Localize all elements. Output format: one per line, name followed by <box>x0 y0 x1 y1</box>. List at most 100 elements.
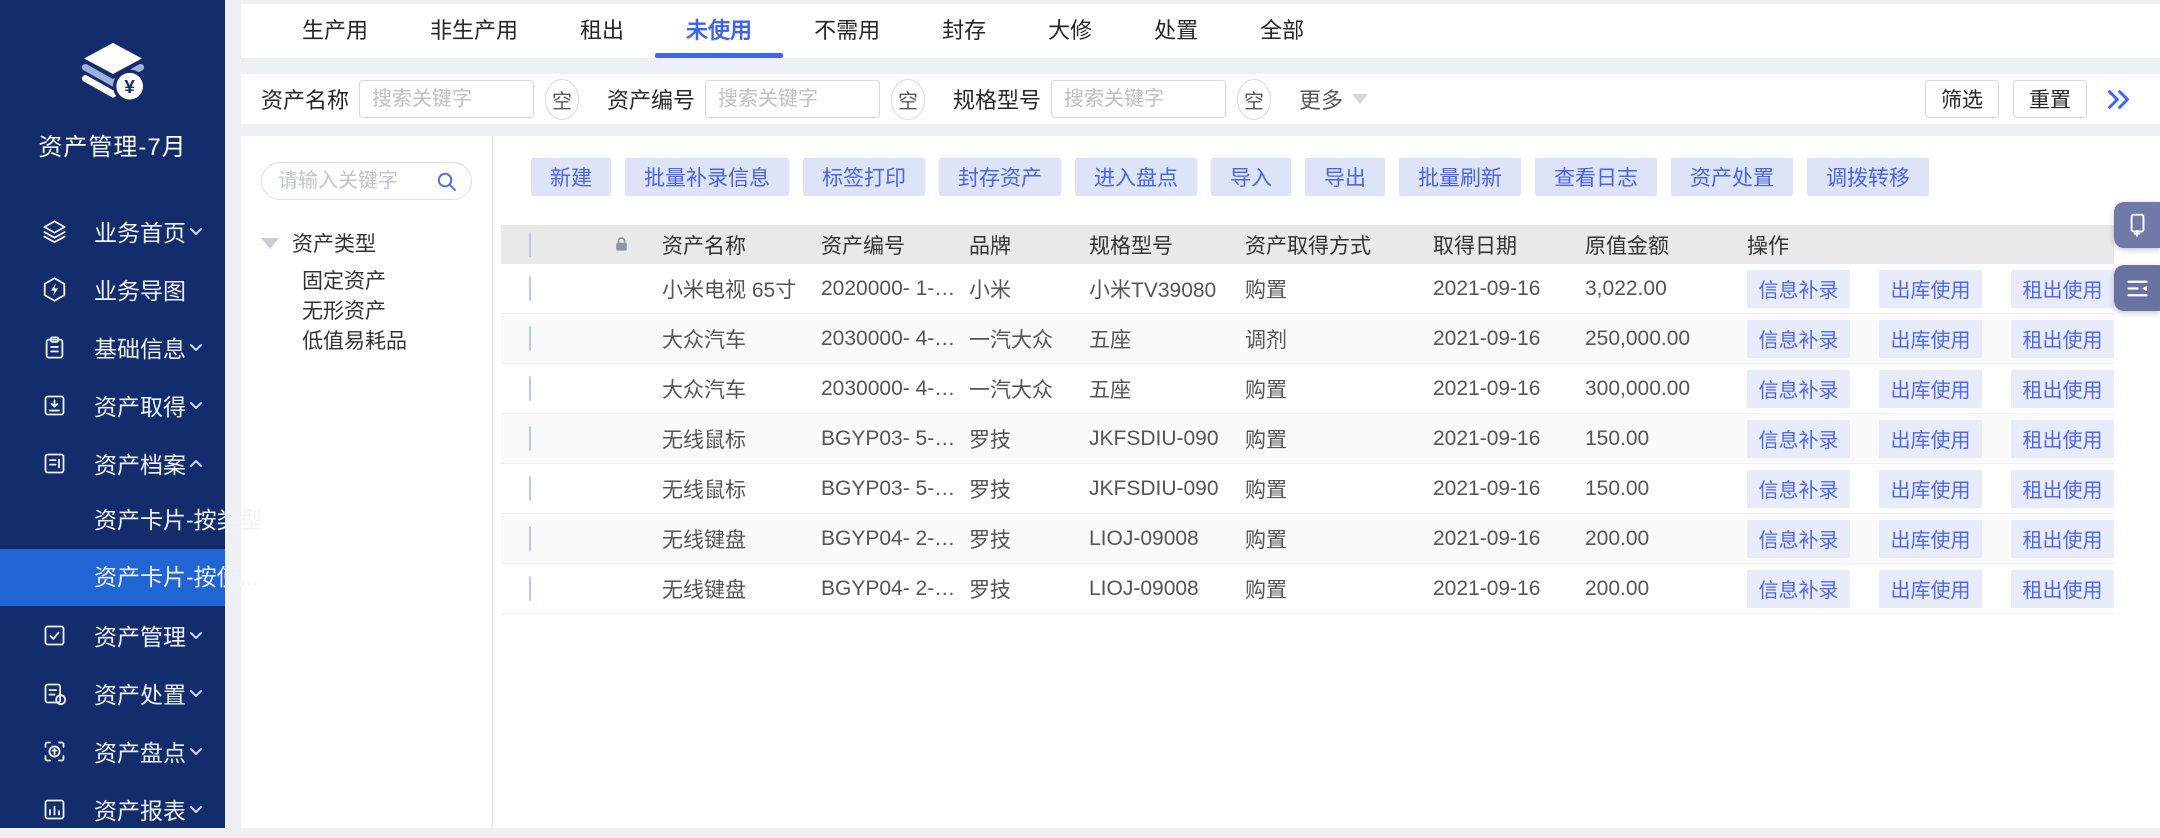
sidebar-item-asset-inventory[interactable]: 资产盘点 <box>0 722 225 780</box>
tab-rent-out[interactable]: 租出 <box>549 4 655 58</box>
rent-out-use-button[interactable]: 租出使用 <box>2011 470 2114 508</box>
tree-children: 固定资产无形资产低值易耗品 <box>302 267 472 357</box>
filter-button[interactable]: 筛选 <box>1925 80 1999 118</box>
filter-input-asset-name[interactable] <box>359 80 534 118</box>
info-supplement-button[interactable]: 信息补录 <box>1747 270 1850 308</box>
chevron-down-icon <box>186 799 206 819</box>
info-supplement-button[interactable]: 信息补录 <box>1747 470 1850 508</box>
label-print-button[interactable]: 标签打印 <box>803 158 925 196</box>
sidebar-item-label: 业务导图 <box>94 272 186 306</box>
row-checkbox[interactable] <box>529 576 531 601</box>
asset-disposal-button[interactable]: 资产处置 <box>1671 158 1793 196</box>
outbound-use-button[interactable]: 出库使用 <box>1879 320 1982 358</box>
sidebar-item-asset-report[interactable]: 资产报表 <box>0 780 225 838</box>
row-checkbox[interactable] <box>529 326 531 351</box>
collapse-list-button[interactable] <box>2114 265 2160 311</box>
start-inventory-button[interactable]: 进入盘点 <box>1075 158 1197 196</box>
new-button[interactable]: 新建 <box>531 158 611 196</box>
info-supplement-button[interactable]: 信息补录 <box>1747 570 1850 608</box>
rent-out-use-button[interactable]: 租出使用 <box>2011 520 2114 558</box>
app-title: 资产管理-7月 <box>0 127 225 162</box>
row-checkbox[interactable] <box>529 276 531 301</box>
filter-input-spec-model[interactable] <box>1051 80 1226 118</box>
cell-brand: 罗技 <box>969 574 1089 604</box>
info-supplement-button[interactable]: 信息补录 <box>1747 370 1850 408</box>
info-supplement-button[interactable]: 信息补录 <box>1747 420 1850 458</box>
cell-date: 2021-09-16 <box>1433 427 1585 451</box>
import-button[interactable]: 导入 <box>1211 158 1291 196</box>
tree-search-input[interactable] <box>278 170 435 193</box>
main-row: 资产类型 固定资产无形资产低值易耗品 新建批量补录信息标签打印封存资产进入盘点导… <box>241 136 2160 828</box>
report-icon <box>41 796 68 823</box>
select-all-checkbox[interactable] <box>529 232 531 257</box>
tree-expand-caret-icon[interactable] <box>261 238 279 249</box>
chevron-down-icon <box>186 625 206 645</box>
tree-node-intangible-asset[interactable]: 无形资产 <box>302 297 472 327</box>
transfer-button[interactable]: 调拨转移 <box>1807 158 1929 196</box>
info-supplement-button[interactable]: 信息补录 <box>1747 320 1850 358</box>
rent-out-use-button[interactable]: 租出使用 <box>2011 420 2114 458</box>
sidebar-subitem-card-by-use[interactable]: 资产卡片-按使... <box>0 549 225 606</box>
row-checkbox[interactable] <box>529 526 531 551</box>
batch-refresh-button[interactable]: 批量刷新 <box>1399 158 1521 196</box>
filter-label-asset-code: 资产编号 <box>607 83 695 115</box>
view-log-button[interactable]: 查看日志 <box>1535 158 1657 196</box>
mobile-device-button[interactable] <box>2114 202 2160 248</box>
outbound-use-button[interactable]: 出库使用 <box>1879 370 1982 408</box>
tab-non-production[interactable]: 非生产用 <box>399 4 549 58</box>
outbound-use-button[interactable]: 出库使用 <box>1879 570 1982 608</box>
more-filters-button[interactable]: 更多 <box>1299 83 1368 115</box>
outbound-use-button[interactable]: 出库使用 <box>1879 470 1982 508</box>
tab-overhaul[interactable]: 大修 <box>1017 4 1123 58</box>
header-checkbox-cell <box>501 233 581 257</box>
outbound-use-button[interactable]: 出库使用 <box>1879 420 1982 458</box>
filter-input-asset-code[interactable] <box>705 80 880 118</box>
row-checkbox[interactable] <box>529 376 531 401</box>
outbound-use-button[interactable]: 出库使用 <box>1879 520 1982 558</box>
rent-out-use-button[interactable]: 租出使用 <box>2011 570 2114 608</box>
cell-date: 2021-09-16 <box>1433 477 1585 501</box>
tree-node-fixed-asset[interactable]: 固定资产 <box>302 267 472 297</box>
search-icon[interactable] <box>435 170 458 193</box>
cell-spec: 五座 <box>1089 324 1245 354</box>
sidebar-item-asset-acquire[interactable]: 资产取得 <box>0 376 225 434</box>
export-button[interactable]: 导出 <box>1305 158 1385 196</box>
sidebar-item-asset-manage[interactable]: 资产管理 <box>0 606 225 664</box>
empty-toggle-spec-model[interactable]: 空 <box>1237 79 1271 120</box>
column-header-7: 操作 <box>1747 230 2114 260</box>
tab-unused[interactable]: 未使用 <box>655 4 783 58</box>
row-checkbox[interactable] <box>529 426 531 451</box>
cell-name: 无线键盘 <box>662 574 821 604</box>
tree-root-node[interactable]: 资产类型 <box>261 228 472 258</box>
info-supplement-button[interactable]: 信息补录 <box>1747 520 1850 558</box>
sidebar-item-business-home[interactable]: 业务首页 <box>0 202 225 260</box>
empty-toggle-asset-name[interactable]: 空 <box>545 79 579 120</box>
collapse-filters-button[interactable] <box>2105 86 2132 113</box>
rent-out-use-button[interactable]: 租出使用 <box>2011 370 2114 408</box>
rent-out-use-button[interactable]: 租出使用 <box>2011 270 2114 308</box>
sidebar-subitem-card-by-type[interactable]: 资产卡片-按类型 <box>0 492 225 549</box>
sidebar-item-asset-dispose[interactable]: 资产处置 <box>0 664 225 722</box>
empty-toggle-asset-code[interactable]: 空 <box>891 79 925 120</box>
cell-amount: 300,000.00 <box>1585 377 1747 401</box>
seal-asset-button[interactable]: 封存资产 <box>939 158 1061 196</box>
tab-production[interactable]: 生产用 <box>271 4 399 58</box>
rent-out-use-button[interactable]: 租出使用 <box>2011 320 2114 358</box>
asset-type-tree-panel: 资产类型 固定资产无形资产低值易耗品 <box>241 136 493 828</box>
table-row: 大众汽车2030000- 4- 2...一汽大众五座购置2021-09-1630… <box>501 364 2114 414</box>
tab-all[interactable]: 全部 <box>1229 4 1335 58</box>
cell-code: BGYP04- 2- 2... <box>821 527 969 551</box>
tab-sealed[interactable]: 封存 <box>911 4 1017 58</box>
sidebar-item-business-map[interactable]: 业务导图 <box>0 260 225 318</box>
tab-disposal[interactable]: 处置 <box>1123 4 1229 58</box>
outbound-use-button[interactable]: 出库使用 <box>1879 270 1982 308</box>
sidebar-item-asset-archive[interactable]: 资产档案 <box>0 434 225 492</box>
table-body: 小米电视 65寸2020000- 1- 2...小米小米TV39080购置202… <box>501 264 2114 614</box>
sidebar-item-base-info[interactable]: 基础信息 <box>0 318 225 376</box>
row-checkbox[interactable] <box>529 476 531 501</box>
batch-supplement-button[interactable]: 批量补录信息 <box>625 158 789 196</box>
tree-node-low-value-item[interactable]: 低值易耗品 <box>302 327 472 357</box>
filter-group-spec-model: 规格型号空 <box>953 79 1271 120</box>
reset-button[interactable]: 重置 <box>2013 80 2087 118</box>
tab-not-needed[interactable]: 不需用 <box>783 4 911 58</box>
